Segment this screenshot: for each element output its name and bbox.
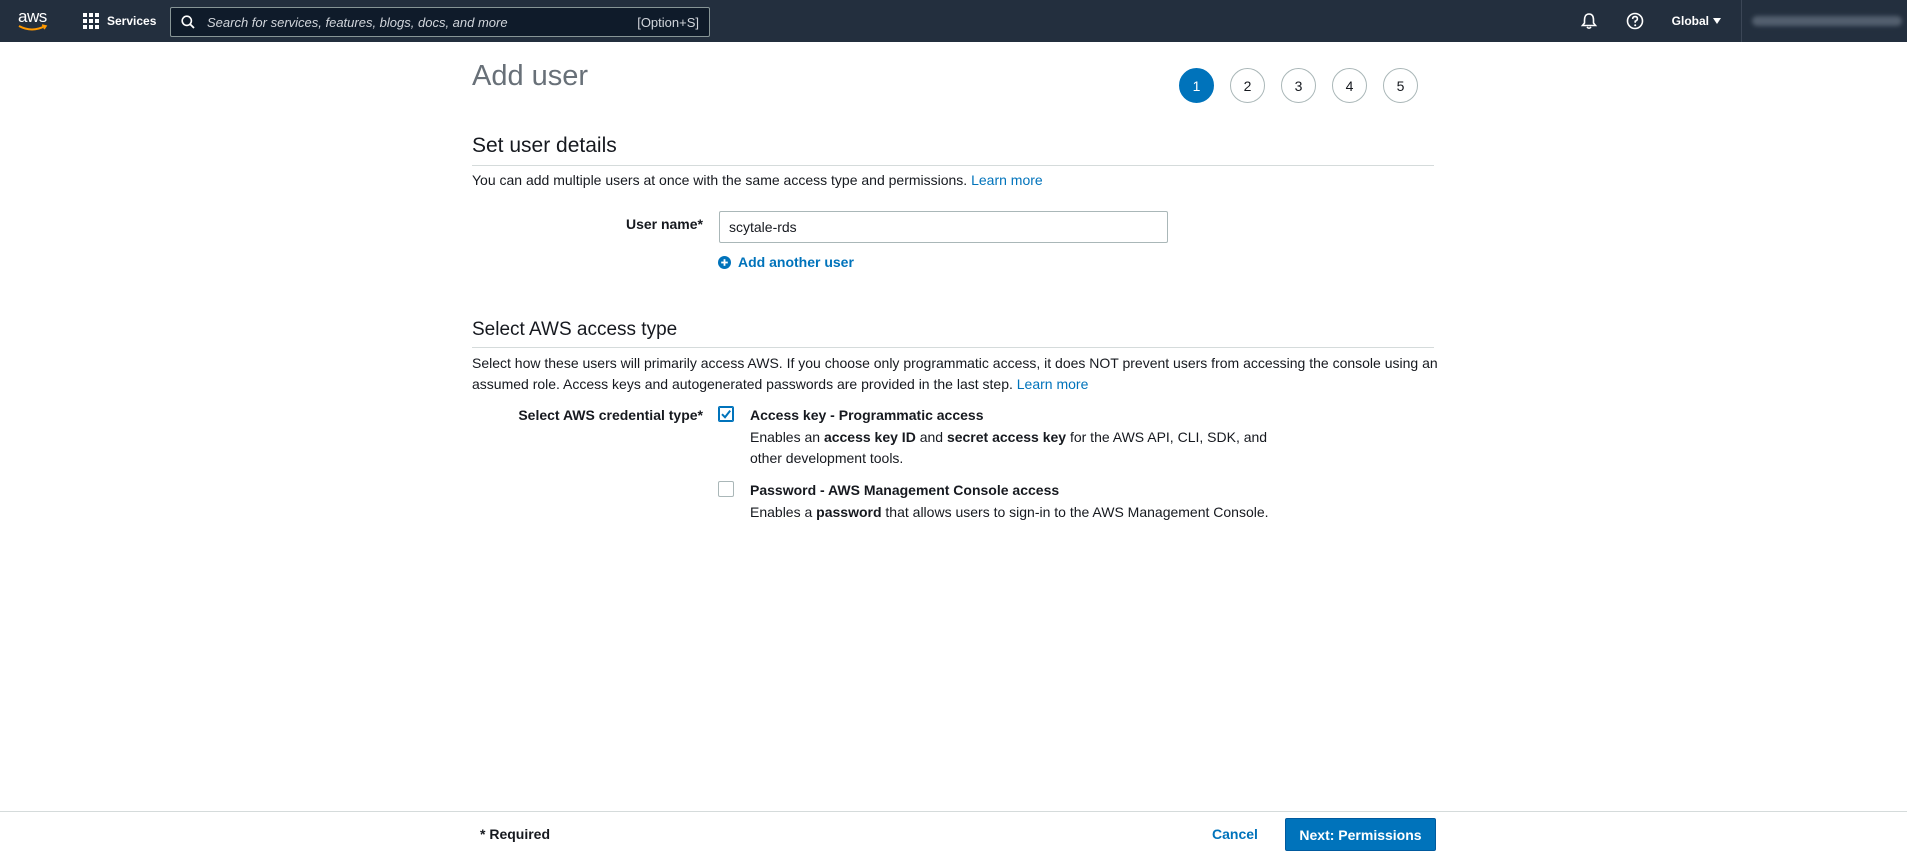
page-title: Add user	[472, 60, 589, 92]
desc-text: Enables a	[750, 504, 817, 520]
desc-bold: access key ID	[823, 429, 916, 445]
nav-right-group: Global	[1566, 0, 1907, 42]
search-icon	[181, 15, 195, 29]
required-note: * Required	[480, 826, 551, 842]
access-key-option-description: Enables an access key ID and secret acce…	[750, 427, 1310, 469]
global-search-box[interactable]: [Option+S]	[170, 7, 710, 37]
desc-text: other development tools.	[750, 450, 904, 466]
access-type-description-text: Select how these users will primarily ac…	[472, 355, 1438, 392]
section-divider	[472, 165, 1434, 166]
services-label: Services	[107, 14, 157, 28]
access-key-checkbox[interactable]	[718, 406, 734, 422]
desc-bold: password	[816, 504, 882, 520]
password-option-description: Enables a password that allows users to …	[750, 502, 1350, 523]
username-input[interactable]	[719, 211, 1168, 243]
add-another-user-button[interactable]: Add another user	[718, 254, 854, 270]
user-details-description: You can add multiple users at once with …	[472, 170, 1043, 191]
aws-smile-icon	[18, 24, 48, 31]
section-title-access-type: Select AWS access type	[472, 319, 678, 340]
search-input[interactable]	[205, 13, 638, 31]
step-3[interactable]: 3	[1281, 68, 1316, 103]
next-permissions-button[interactable]: Next: Permissions	[1285, 818, 1436, 851]
password-option-title: Password - AWS Management Console access	[750, 482, 1060, 498]
desc-text: and	[915, 429, 947, 445]
desc-bold: secret access key	[946, 429, 1067, 445]
desc-text: for the AWS API, CLI, SDK, and	[1066, 429, 1268, 445]
step-5[interactable]: 5	[1383, 68, 1418, 103]
desc-text: that allows users to sign-in to the AWS …	[881, 504, 1269, 520]
top-navigation-bar: aws Services [Option+S] Global	[0, 0, 1907, 42]
account-menu[interactable]	[1741, 0, 1907, 42]
plus-circle-icon	[718, 255, 731, 269]
desc-text: Enables an	[750, 429, 824, 445]
user-details-description-text: You can add multiple users at once with …	[472, 172, 968, 188]
help-icon[interactable]	[1626, 12, 1644, 30]
learn-more-link[interactable]: Learn more	[971, 172, 1043, 188]
cancel-button[interactable]: Cancel	[1212, 826, 1258, 842]
aws-logo[interactable]: aws	[18, 7, 52, 33]
username-label: User name*	[625, 216, 703, 232]
redacted-account-name	[1752, 16, 1902, 26]
password-checkbox[interactable]	[718, 481, 734, 497]
section-title-user-details: Set user details	[472, 134, 617, 157]
footer-divider	[0, 811, 1907, 812]
access-key-option-title: Access key - Programmatic access	[750, 407, 984, 423]
section-divider	[472, 347, 1434, 348]
region-label: Global	[1671, 14, 1709, 28]
add-another-user-label: Add another user	[738, 254, 854, 270]
wizard-steps: 1 2 3 4 5	[1179, 68, 1418, 103]
credential-type-label: Select AWS credential type*	[518, 407, 703, 423]
checkmark-icon	[721, 409, 731, 419]
step-4[interactable]: 4	[1332, 68, 1367, 103]
access-type-description: Select how these users will primarily ac…	[472, 353, 1442, 395]
step-1[interactable]: 1	[1179, 68, 1214, 103]
services-menu-button[interactable]: Services	[83, 0, 156, 42]
step-2[interactable]: 2	[1230, 68, 1265, 103]
learn-more-link[interactable]: Learn more	[1017, 376, 1089, 392]
region-selector[interactable]: Global	[1672, 14, 1721, 28]
bell-icon[interactable]	[1580, 12, 1598, 30]
caret-down-icon	[1713, 18, 1721, 24]
search-shortcut-hint: [Option+S]	[637, 14, 699, 30]
grid-menu-icon	[83, 13, 99, 29]
